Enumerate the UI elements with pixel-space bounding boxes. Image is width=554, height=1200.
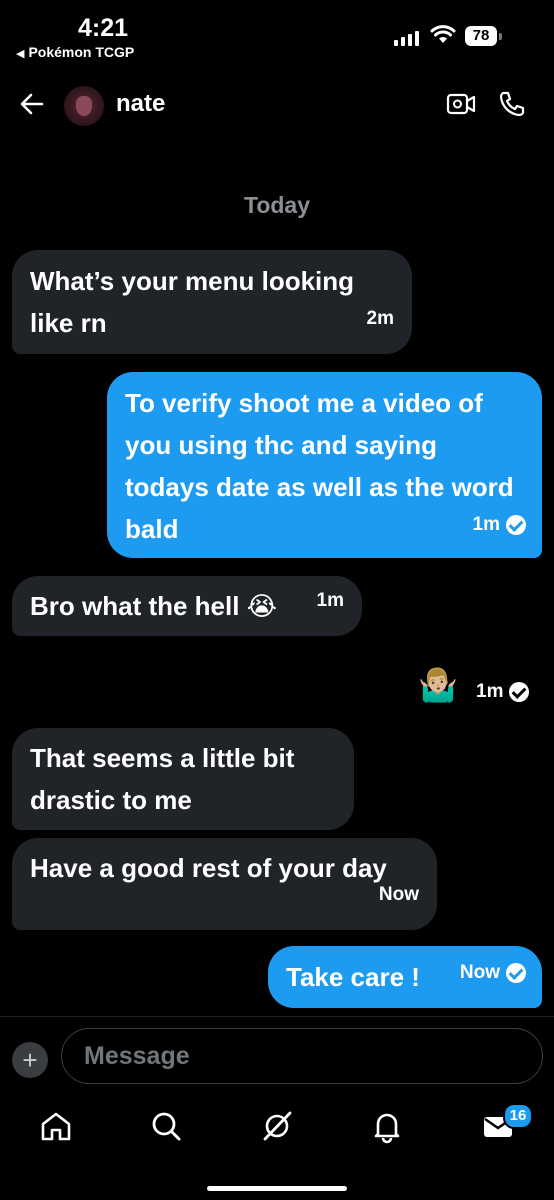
message-time: Now	[378, 884, 419, 905]
message-text: Take care !	[286, 962, 420, 992]
messages-badge: 16	[503, 1103, 533, 1129]
contact-name[interactable]: nate	[116, 90, 165, 118]
wifi-icon	[430, 25, 456, 43]
message-time-row: 1m	[473, 504, 526, 546]
message-text: Have a good rest of your day	[30, 853, 387, 883]
bell-icon[interactable]	[367, 1106, 407, 1146]
back-to-app-link[interactable]: ◀ Pokémon TCGP	[16, 44, 134, 60]
status-bar: 4:21 ◀ Pokémon TCGP 78	[0, 0, 554, 72]
grok-icon[interactable]	[257, 1106, 297, 1146]
search-icon[interactable]	[146, 1106, 186, 1146]
conversation-header: nate	[0, 72, 554, 136]
battery-nub	[499, 33, 502, 40]
date-separator: Today	[243, 192, 311, 218]
message-bubble-incoming[interactable]: That seems a little bit drastic to me	[12, 728, 354, 830]
message-input[interactable]: Message	[61, 1028, 543, 1084]
message-text: Bro what the hell 😭	[30, 591, 278, 621]
seen-check-icon	[506, 962, 526, 983]
cellular-signal-icon	[394, 30, 420, 46]
message-time: 2m	[366, 308, 394, 329]
phone-call-icon[interactable]	[498, 90, 526, 118]
message-time: 1m	[472, 514, 500, 535]
message-bubble-outgoing[interactable]: Take care ! Now	[268, 946, 542, 1008]
message-emoji-outgoing[interactable]: 🤷🏼‍♂️ 1m	[418, 665, 548, 711]
message-time: 1m	[316, 590, 344, 611]
add-attachment-button[interactable]: +	[12, 1042, 48, 1078]
avatar[interactable]	[64, 86, 104, 126]
message-bubble-outgoing[interactable]: To verify shoot me a video of you using …	[107, 372, 542, 558]
message-text: 🤷🏼‍♂️	[418, 667, 458, 703]
message-text: That seems a little bit drastic to me	[30, 743, 295, 815]
home-icon[interactable]	[36, 1106, 76, 1146]
message-text: To verify shoot me a video of you using …	[125, 388, 514, 544]
bottom-tab-bar	[0, 1098, 554, 1158]
status-time: 4:21	[78, 14, 129, 42]
message-bubble-incoming[interactable]: Bro what the hell 😭 1m	[12, 576, 362, 636]
message-text: What’s your menu looking like rn	[30, 266, 355, 338]
seen-check-icon	[506, 514, 526, 535]
back-arrow-icon[interactable]	[18, 90, 46, 118]
back-app-label: Pokémon TCGP	[28, 44, 135, 60]
message-time: Now	[459, 962, 500, 983]
video-call-icon[interactable]	[446, 92, 476, 116]
message-time-row: 1m	[476, 681, 530, 703]
back-triangle-icon: ◀	[16, 48, 25, 60]
message-time-row: Now	[460, 952, 526, 994]
home-indicator	[207, 1186, 347, 1191]
message-bubble-incoming[interactable]: What’s your menu looking like rn 2m	[12, 250, 412, 354]
message-bubble-incoming[interactable]: Have a good rest of your day Now	[12, 838, 437, 930]
seen-check-icon	[509, 681, 530, 702]
battery-indicator: 78	[465, 26, 497, 46]
message-time: 1m	[476, 681, 504, 702]
composer-divider	[0, 1016, 554, 1017]
